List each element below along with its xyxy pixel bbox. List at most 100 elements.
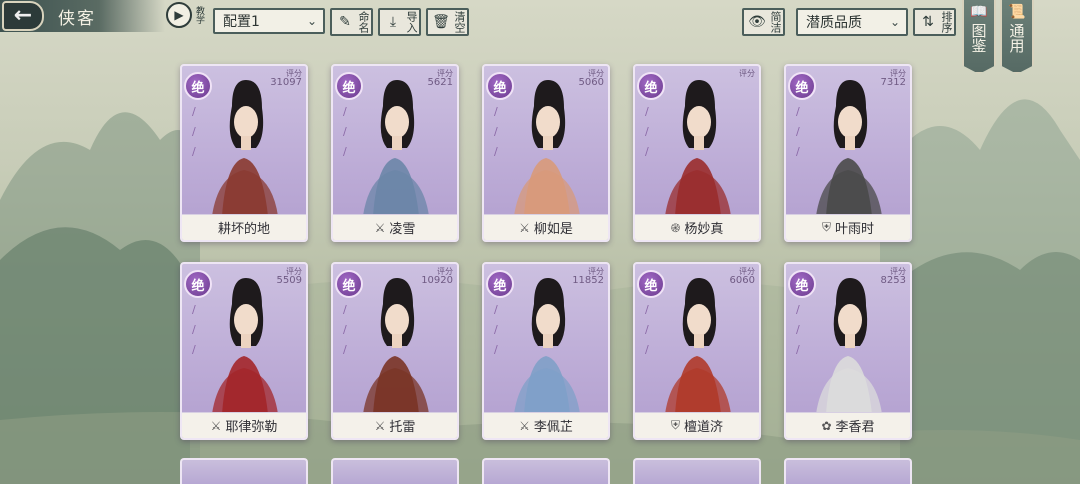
score-box: 评分 5509 (276, 267, 302, 286)
import-button[interactable]: ⤓ 导入 (378, 8, 421, 36)
slot-icon: ∕ (343, 323, 347, 336)
sword-icon: ⚔ (374, 220, 386, 235)
hero-card[interactable]: 绝 ∕ ∕ ∕ 评分 5509 ⚔ 耶律弥勒 (180, 262, 308, 440)
tutorial-button[interactable]: ▶ 教学 (166, 2, 204, 28)
shield-icon: ⛨ (670, 418, 680, 432)
equipment-slots: ∕ ∕ ∕ (343, 104, 353, 160)
score-box: 评分 10920 (421, 267, 453, 286)
score-box: 评分 6060 (730, 267, 755, 286)
back-button[interactable]: ← (2, 1, 44, 31)
hero-card[interactable]: 绝 ∕ ∕ ∕ 评分 6060 ⛨ 檀道济 (633, 262, 761, 440)
clear-label: 清空 (453, 11, 466, 33)
rename-button[interactable]: ✎ 命名 (330, 8, 373, 36)
hero-name: 李佩芷 (533, 420, 573, 435)
hero-card[interactable]: 绝 ∕ ∕ ∕ 评分 10920 ⚔ 托雷 (331, 262, 459, 440)
equipment-slots: ∕ ∕ ∕ (645, 104, 655, 160)
hero-name: 托雷 (389, 420, 416, 435)
concise-toggle[interactable]: 👁 简洁 (742, 8, 785, 36)
chevron-down-icon: ⌄ (889, 15, 900, 29)
score-box: 评分 7312 (881, 69, 906, 88)
chevron-down-icon: ⌄ (306, 14, 317, 28)
play-icon: ▶ (166, 2, 192, 28)
swirl-icon: ֎ (670, 221, 681, 235)
book-icon: 📖 (970, 4, 988, 20)
slot-icon: ∕ (645, 323, 649, 336)
hero-card[interactable]: 绝 ∕ ∕ ∕ 评分 31097 耕坏的地 (180, 64, 308, 242)
score-value: 10920 (421, 275, 453, 286)
slot-icon: ∕ (343, 145, 347, 158)
trash-icon: 🗑 (432, 14, 450, 30)
hero-name: 凌雪 (389, 222, 416, 237)
card-partial (633, 458, 761, 484)
import-label: 导入 (405, 11, 418, 33)
config-select[interactable]: 配置1 ⌄ (213, 8, 325, 34)
sort-button[interactable]: ⇅ 排序 (913, 8, 956, 36)
sword-icon: ⚔ (374, 418, 386, 433)
sword-icon: ⚔ (210, 418, 222, 433)
tab-codex[interactable]: 📖 图鉴 (962, 0, 996, 74)
hero-card[interactable]: 绝 ∕ ∕ ∕ 评分 5621 ⚔ 凌雪 (331, 64, 459, 242)
hero-name-bar: ⚔ 柳如是 (484, 214, 608, 240)
equipment-slots: ∕ ∕ ∕ (796, 302, 806, 358)
back-arrow-icon: ← (13, 3, 33, 28)
equipment-slots: ∕ ∕ ∕ (192, 302, 202, 358)
eye-slash-icon: 👁 (748, 14, 766, 30)
slot-icon: ∕ (192, 105, 196, 118)
sort-icon: ⇅ (922, 14, 934, 30)
hero-name-bar: ⚔ 李佩芷 (484, 412, 608, 438)
grade-badge: 绝 (335, 72, 363, 100)
slot-icon: ∕ (343, 343, 347, 356)
score-box: 评分 8253 (881, 267, 906, 286)
scroll-icon: 📜 (1008, 4, 1026, 20)
hero-card[interactable]: 绝 ∕ ∕ ∕ 评分 7312 ⛨ 叶雨时 (784, 64, 912, 242)
score-value: 31097 (270, 77, 302, 88)
score-value: 5060 (578, 77, 604, 88)
card-partial (784, 458, 912, 484)
tab-general-label: 通用 (1009, 22, 1025, 55)
grade-badge: 绝 (637, 72, 665, 100)
slot-icon: ∕ (494, 303, 498, 316)
quality-select[interactable]: 潜质品质 ⌄ (796, 8, 908, 36)
slot-icon: ∕ (494, 323, 498, 336)
slot-icon: ∕ (645, 145, 649, 158)
slot-icon: ∕ (494, 343, 498, 356)
equipment-slots: ∕ ∕ ∕ (192, 104, 202, 160)
hero-card[interactable]: 绝 ∕ ∕ ∕ 评分 5060 ⚔ 柳如是 (482, 64, 610, 242)
brush-icon: ✎ (339, 14, 351, 30)
clear-button[interactable]: 🗑 清空 (426, 8, 469, 36)
hero-card[interactable]: 绝 ∕ ∕ ∕ 评分 ֎ 杨妙真 (633, 64, 761, 242)
hero-name-bar: ⚔ 凌雪 (333, 214, 457, 240)
rename-label: 命名 (357, 11, 370, 33)
equipment-slots: ∕ ∕ ∕ (796, 104, 806, 160)
slot-icon: ∕ (343, 105, 347, 118)
hero-name-bar: ✿ 李香君 (786, 412, 910, 438)
hero-card[interactable]: 绝 ∕ ∕ ∕ 评分 11852 ⚔ 李佩芷 (482, 262, 610, 440)
sword-icon: ⚔ (519, 418, 530, 433)
concise-label: 简洁 (769, 11, 782, 33)
hero-name-bar: ⛨ 叶雨时 (786, 214, 910, 240)
score-box: 评分 5060 (578, 69, 604, 88)
equipment-slots: ∕ ∕ ∕ (494, 104, 504, 160)
slot-icon: ∕ (796, 303, 800, 316)
hero-name: 柳如是 (533, 222, 573, 237)
slot-icon: ∕ (494, 145, 498, 158)
hero-card[interactable]: 绝 ∕ ∕ ∕ 评分 8253 ✿ 李香君 (784, 262, 912, 440)
card-partial (180, 458, 308, 484)
sword-icon: ⚔ (519, 220, 530, 235)
hero-name: 耶律弥勒 (225, 420, 278, 435)
slot-icon: ∕ (796, 105, 800, 118)
header-bar: ← 侠客 (0, 0, 165, 32)
hero-name-bar: ֎ 杨妙真 (635, 214, 759, 240)
score-value: 5509 (276, 275, 302, 286)
card-partial (331, 458, 459, 484)
equipment-slots: ∕ ∕ ∕ (494, 302, 504, 358)
slot-icon: ∕ (796, 145, 800, 158)
slot-icon: ∕ (645, 303, 649, 316)
slot-icon: ∕ (494, 125, 498, 138)
tab-general[interactable]: 📜 通用 (1000, 0, 1034, 74)
hero-name: 耕坏的地 (217, 222, 270, 237)
slot-icon: ∕ (192, 303, 196, 316)
score-box: 评分 5621 (428, 69, 453, 88)
grade-badge: 绝 (184, 270, 212, 298)
shield-icon: ⛨ (821, 220, 831, 234)
